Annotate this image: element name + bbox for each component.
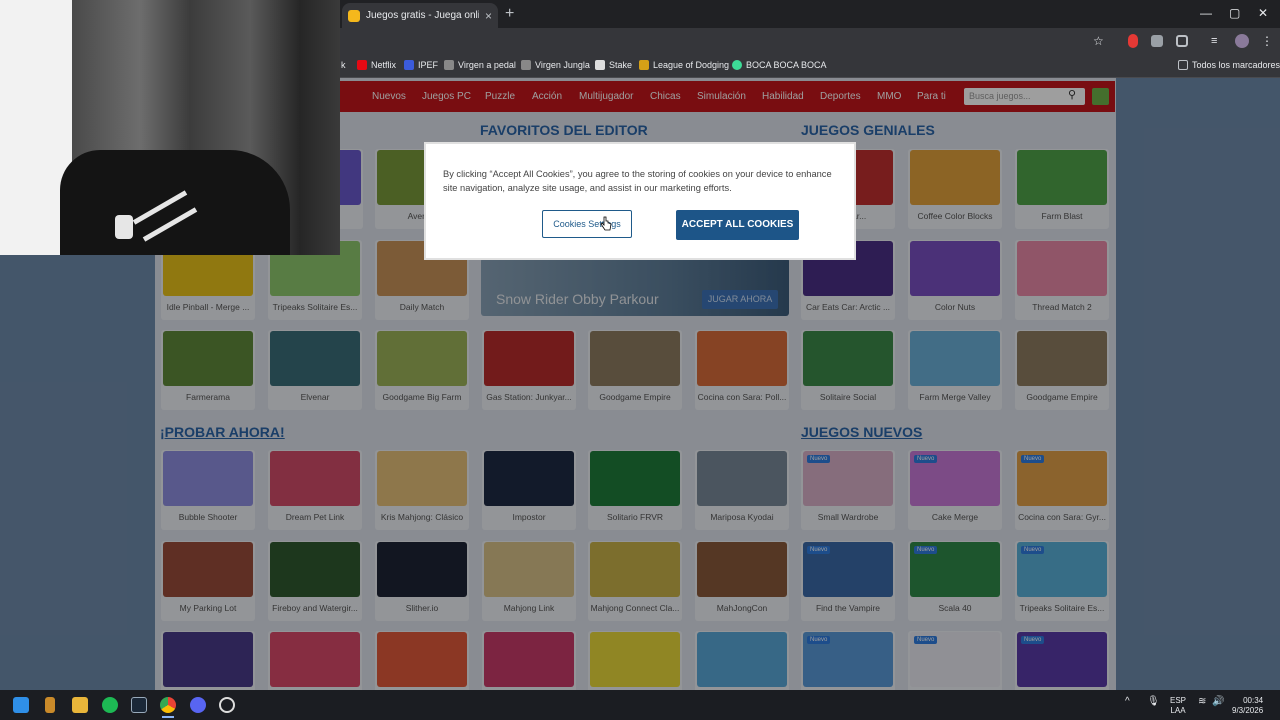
site-favicon-icon xyxy=(348,9,360,22)
tab-title: Juegos gratis - Juega online en xyxy=(366,10,479,21)
bookmark-item[interactable]: Stake xyxy=(595,60,632,70)
cookies-settings-button[interactable]: Cookies Settings xyxy=(542,210,632,238)
maximize-button[interactable]: ▢ xyxy=(1229,6,1240,20)
puzzle-icon[interactable] xyxy=(1176,35,1188,47)
ipef-icon xyxy=(404,60,414,70)
windows-start-icon[interactable] xyxy=(13,697,29,713)
cookie-text: By clicking “Accept All Cookies”, you ag… xyxy=(443,169,832,193)
spotify-icon[interactable] xyxy=(102,697,118,713)
microphone-icon[interactable]: 🎙 xyxy=(1147,696,1160,707)
notepad-icon[interactable] xyxy=(45,697,55,713)
bookmark-icon xyxy=(444,60,454,70)
bookmark-item[interactable]: Virgen Jungla xyxy=(521,60,590,70)
stake-icon xyxy=(595,60,605,70)
menu-icon[interactable]: ⋮ xyxy=(1261,34,1275,48)
profile-avatar[interactable] xyxy=(1235,34,1249,48)
bookmark-icon xyxy=(732,60,742,70)
discord-icon[interactable] xyxy=(190,697,206,713)
close-window-button[interactable]: ✕ xyxy=(1258,6,1268,20)
folder-icon xyxy=(1178,60,1188,70)
new-tab-button[interactable]: + xyxy=(505,5,514,23)
active-indicator xyxy=(162,716,174,718)
input-language[interactable]: ESP LAA xyxy=(1170,696,1186,716)
steam-icon[interactable] xyxy=(131,697,147,713)
bookmark-icon xyxy=(521,60,531,70)
extension-icon[interactable] xyxy=(1151,35,1163,47)
star-icon[interactable]: ☆ xyxy=(1093,34,1107,48)
clock[interactable]: 00:34 9/3/2026 xyxy=(1232,696,1263,716)
volume-icon[interactable]: 🔊 xyxy=(1212,696,1224,707)
accept-all-cookies-button[interactable]: ACCEPT ALL COOKIES xyxy=(676,210,799,240)
browser-tab[interactable]: Juegos gratis - Juega online en × xyxy=(342,3,498,28)
tab-close-icon[interactable]: × xyxy=(485,9,492,23)
bookmark-item[interactable]: k xyxy=(341,60,346,70)
chrome-icon[interactable] xyxy=(160,697,176,713)
person-image xyxy=(60,150,290,255)
bookmark-item[interactable]: IPEF xyxy=(404,60,438,70)
wifi-icon[interactable]: ≋ xyxy=(1198,696,1206,707)
bookmark-item[interactable]: League of Dodging xyxy=(639,60,729,70)
app-icon[interactable] xyxy=(219,697,235,713)
extension-icon[interactable] xyxy=(1128,34,1138,48)
tray-chevron-icon[interactable]: ^ xyxy=(1125,696,1130,707)
cookie-modal xyxy=(424,142,856,260)
file-explorer-icon[interactable] xyxy=(72,697,88,713)
bookmark-item[interactable]: BOCA BOCA BOCA xyxy=(732,60,827,70)
all-bookmarks[interactable]: Todos los marcadores xyxy=(1178,60,1280,70)
bookmark-icon xyxy=(639,60,649,70)
bookmark-item[interactable]: Netflix xyxy=(357,60,396,70)
bookmark-item[interactable]: Virgen a pedal xyxy=(444,60,516,70)
netflix-icon xyxy=(357,60,367,70)
minimize-button[interactable]: — xyxy=(1200,6,1212,20)
sleeve-graphic xyxy=(115,215,133,239)
hand-cursor-icon xyxy=(600,216,612,231)
media-icon[interactable]: ≡ xyxy=(1211,34,1225,48)
